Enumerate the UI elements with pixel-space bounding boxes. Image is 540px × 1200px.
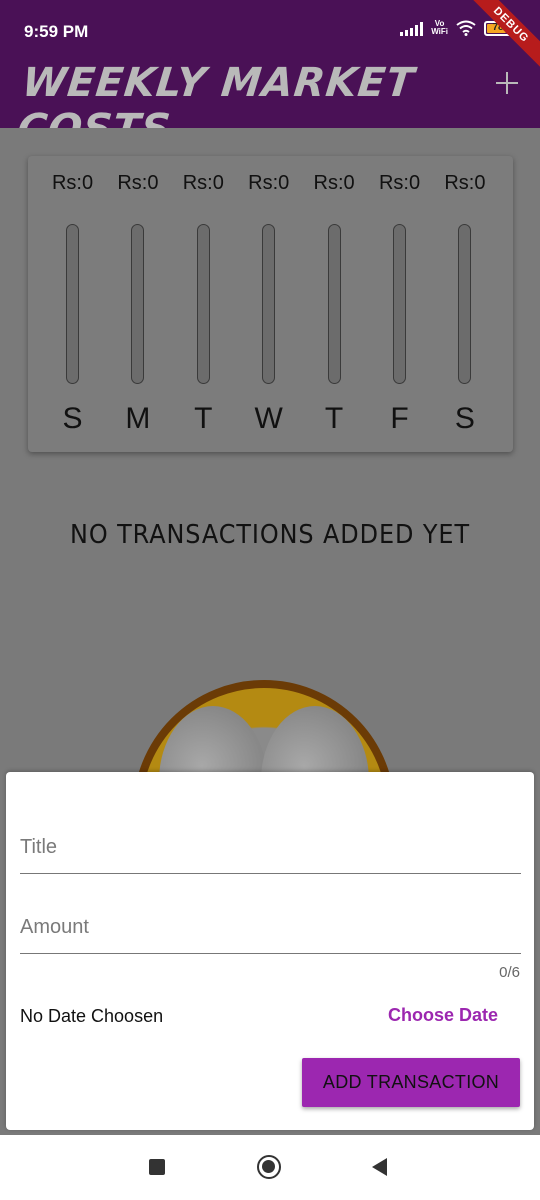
back-triangle-icon[interactable] <box>372 1158 387 1176</box>
recents-square-icon[interactable] <box>149 1159 165 1175</box>
bar-day-label: W <box>254 402 283 435</box>
weekly-chart: Rs:0 S Rs:0 M Rs:0 T Rs:0 W Rs:0 T Rs:0 F Rs:0 S <box>28 156 513 452</box>
vowifi-bottom: WiFi <box>431 27 448 36</box>
new-transaction-sheet: 0/6 No Date Choosen Choose Date ADD TRAN… <box>6 772 534 1130</box>
add-transaction-button[interactable]: ADD TRANSACTION <box>302 1058 520 1107</box>
bar-amount-label: Rs:0 <box>51 172 94 194</box>
bar-day-label: T <box>194 402 213 435</box>
amount-field <box>20 882 521 954</box>
signal-icon <box>400 22 424 36</box>
chart-bar-5: Rs:0 F <box>367 156 432 452</box>
bar-amount-label: Rs:0 <box>378 172 421 194</box>
bar-day-label: F <box>390 402 409 435</box>
navigation-bar <box>0 1135 540 1200</box>
empty-state-message: NO TRANSACTIONS ADDED YET <box>70 520 470 550</box>
bar-track <box>262 224 276 384</box>
bar-track <box>66 224 79 384</box>
bar-day-label: S <box>62 402 83 435</box>
wifi-icon <box>456 20 476 36</box>
app-bar: WEEKLY MARKET COSTS <box>0 52 540 152</box>
home-circle-icon[interactable] <box>257 1155 281 1179</box>
chart-bar-2: Rs:0 T <box>171 156 236 452</box>
status-time: 9:59 PM <box>24 22 89 41</box>
bar-track <box>393 224 406 384</box>
add-transaction-icon[interactable] <box>496 72 518 94</box>
bar-track <box>196 224 210 384</box>
bar-track <box>458 224 472 384</box>
bar-amount-label: Rs:0 <box>117 172 159 194</box>
bar-track <box>327 224 341 384</box>
amount-input[interactable] <box>20 916 521 939</box>
chart-bar-0: Rs:0 S <box>40 156 105 452</box>
chart-bar-1: Rs:0 M <box>105 156 170 452</box>
chart-bar-6: Rs:0 S <box>432 156 497 452</box>
bar-amount-label: Rs:0 <box>313 172 355 194</box>
title-field <box>20 802 521 874</box>
bar-day-label: T <box>324 402 344 435</box>
vowifi-icon: Vo WiFi <box>431 20 448 36</box>
chart-bar-3: Rs:0 W <box>236 156 301 452</box>
bar-amount-label: Rs:0 <box>248 172 290 194</box>
bar-amount-label: Rs:0 <box>182 172 224 194</box>
bar-day-label: M <box>125 402 151 435</box>
selected-date-text: No Date Choosen <box>20 1006 164 1026</box>
bar-amount-label: Rs:0 <box>444 172 486 194</box>
choose-date-button[interactable]: Choose Date <box>388 1005 498 1026</box>
amount-counter: 0/6 <box>499 964 520 981</box>
status-bar: 9:59 PM Vo WiFi 78 <box>0 0 540 52</box>
bar-day-label: S <box>454 402 475 435</box>
title-input[interactable] <box>20 836 521 859</box>
bar-track <box>131 224 145 384</box>
chart-bar-4: Rs:0 T <box>302 156 367 452</box>
